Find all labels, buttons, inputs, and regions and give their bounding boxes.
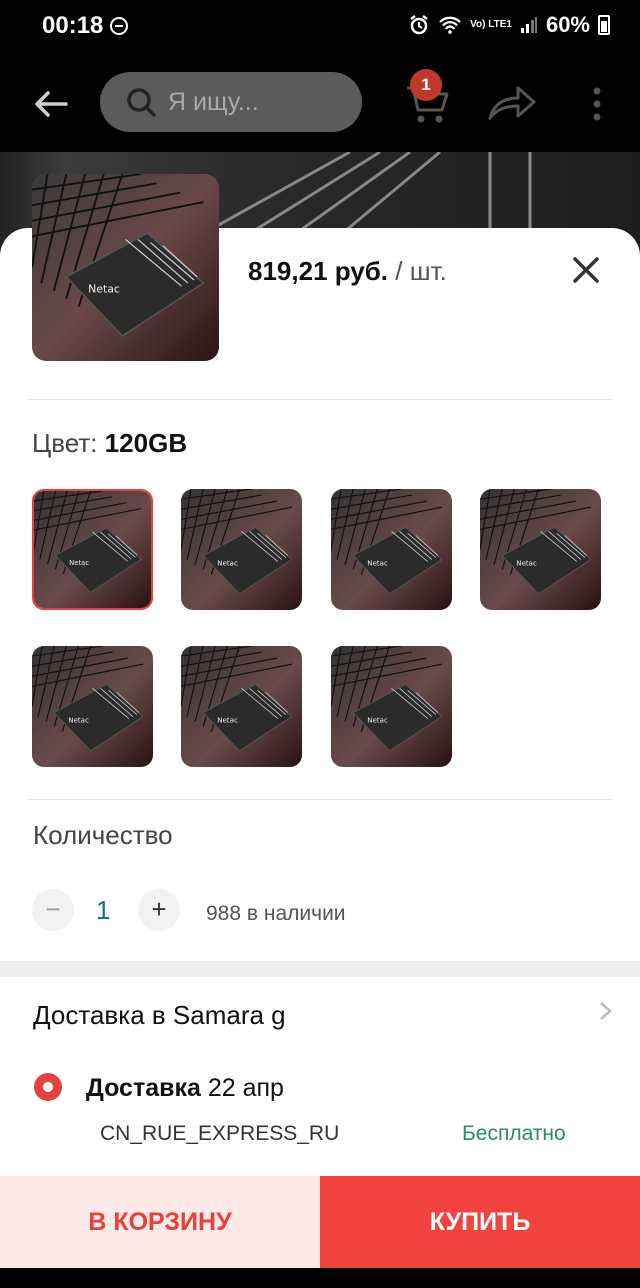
color-variant-3[interactable]: Netac [331, 489, 452, 610]
do-not-disturb-icon [110, 17, 128, 35]
color-value: 120GB [104, 428, 188, 458]
svg-text:Netac: Netac [217, 559, 238, 568]
delivery-carrier: CN_RUE_EXPRESS_RU [100, 1122, 340, 1145]
status-icons: Vo) LTE1 60% [408, 12, 610, 38]
signal-icon [520, 17, 537, 33]
ssd-product-image: Netac [480, 489, 601, 610]
search-placeholder: Я ищу... [168, 87, 259, 116]
color-variant-1[interactable]: Netac [32, 489, 153, 610]
color-variant-5[interactable]: Netac [32, 646, 153, 767]
network-type: Vo) LTE1 [470, 19, 512, 30]
buy-now-button[interactable]: КУПИТЬ [320, 1176, 640, 1268]
delivery-prefix: Доставка [86, 1074, 201, 1102]
color-label: Цвет: 120GB [32, 428, 187, 459]
chevron-right-icon[interactable] [598, 1000, 614, 1022]
stock-count: 988 в наличии [206, 902, 346, 925]
delivery-option-radio[interactable] [34, 1073, 62, 1101]
svg-text:Netac: Netac [516, 559, 537, 568]
color-variant-7[interactable]: Netac [331, 646, 452, 767]
svg-text:Netac: Netac [69, 559, 89, 567]
battery-percent: 60% [545, 12, 590, 37]
svg-text:Netac: Netac [367, 716, 388, 725]
wifi-icon [439, 16, 461, 34]
ssd-product-image: Netac [331, 489, 452, 610]
price-value: 819,21 руб. [248, 256, 389, 286]
svg-text:Netac: Netac [217, 716, 238, 725]
quantity-value: 1 [96, 895, 111, 925]
delivery-date: 22 апр [207, 1074, 284, 1102]
search-input[interactable]: Я ищу... [100, 72, 362, 132]
ssd-product-image: Netac [331, 646, 452, 767]
add-to-cart-button[interactable]: В КОРЗИНУ [0, 1176, 320, 1268]
more-options-icon[interactable] [586, 86, 608, 122]
cart-count-badge: 1 [410, 69, 442, 101]
top-app-bar: Я ищу... 1 [0, 52, 640, 152]
selected-product-thumbnail: Netac [32, 174, 219, 361]
price-unit: / шт. [395, 256, 447, 286]
ssd-product-image: Netac [32, 646, 153, 767]
svg-text:Netac: Netac [367, 559, 388, 568]
svg-text:Netac: Netac [68, 716, 89, 725]
section-separator [0, 961, 640, 977]
quantity-decrease-button[interactable]: − [32, 889, 74, 931]
status-bar: 00:18 Vo) LTE1 60% [0, 0, 640, 52]
product-price: 819,21 руб. / шт. [248, 256, 447, 287]
delivery-location[interactable]: Доставка в Samara g [33, 1000, 286, 1031]
delivery-option-label: Доставка 22 апр [86, 1074, 284, 1103]
alarm-icon [410, 15, 428, 35]
color-variant-2[interactable]: Netac [181, 489, 302, 610]
search-icon [127, 88, 156, 117]
divider [28, 799, 612, 800]
status-time: 00:18 [42, 12, 104, 39]
close-icon[interactable] [570, 254, 602, 286]
color-variant-4[interactable]: Netac [480, 489, 601, 610]
system-nav-bar [0, 1268, 640, 1288]
delivery-price: Бесплатно [462, 1122, 566, 1145]
color-variant-6[interactable]: Netac [181, 646, 302, 767]
ssd-product-image: Netac [181, 489, 302, 610]
divider [28, 399, 612, 400]
quantity-label: Количество [33, 820, 173, 850]
svg-text:Netac: Netac [88, 282, 120, 295]
quantity-increase-button[interactable]: + [138, 889, 180, 931]
back-arrow-icon[interactable] [30, 84, 70, 124]
ssd-product-image: Netac [34, 491, 151, 608]
color-label-text: Цвет: [32, 428, 98, 458]
ssd-product-image: Netac [181, 646, 302, 767]
battery-icon [598, 15, 610, 35]
share-icon[interactable] [486, 82, 536, 122]
